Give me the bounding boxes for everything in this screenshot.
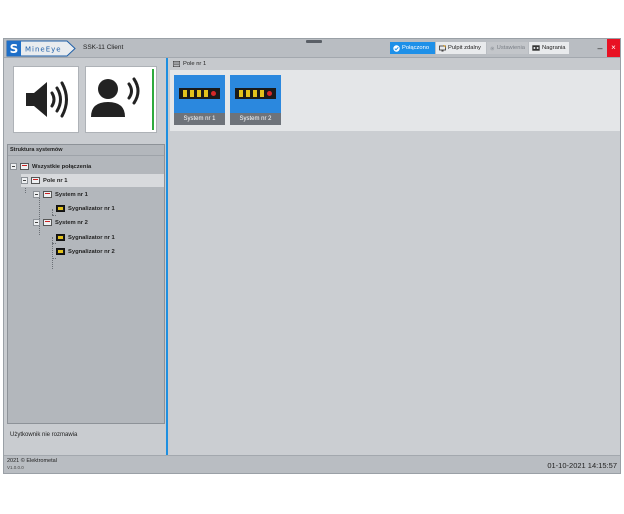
system-tile-preview (230, 75, 281, 113)
system-icon (43, 219, 52, 226)
collapse-icon[interactable] (33, 219, 40, 226)
collapse-icon[interactable] (10, 163, 17, 170)
logo-text: MineEye (25, 46, 62, 54)
gear-icon (490, 46, 495, 50)
system-tiles: System nr 1 System nr 2 (170, 70, 620, 131)
signal-panel-icon (235, 88, 276, 99)
user-status: Użytkownik nie rozmawia (10, 432, 78, 438)
connected-button[interactable]: Połączono (390, 42, 435, 54)
tree-item-label: Sygnalizator nr 1 (68, 205, 115, 212)
breadcrumb: Pole nr 1 (170, 58, 620, 70)
signaler-icon (56, 248, 65, 255)
signaler-icon (56, 205, 65, 212)
tree-item-label: Sygnalizator nr 2 (68, 248, 115, 255)
tree-item-label: Sygnalizator nr 1 (68, 234, 115, 241)
tree-item-pole-1[interactable]: Pole nr 1 (21, 174, 164, 187)
field-icon (31, 177, 40, 184)
system-tile-label: System nr 2 (239, 116, 272, 122)
system-icon (43, 191, 52, 198)
signal-panel-icon (179, 88, 220, 99)
datetime: 01-10-2021 14:15:57 (547, 461, 617, 470)
settings-label: Ustawienia (496, 45, 525, 51)
remote-desktop-icon (439, 44, 446, 51)
tree-connector (52, 258, 56, 259)
tree-item-label: System nr 2 (55, 219, 88, 226)
tree-item-all-connections[interactable]: Wszystkie połączenia (10, 160, 164, 173)
breadcrumb-label: Pole nr 1 (183, 61, 207, 67)
tree-item-system-1[interactable]: System nr 1 (33, 188, 164, 201)
speaker-button[interactable] (13, 66, 79, 133)
tree-connector (52, 237, 53, 269)
left-panel: Struktura systemów Wszystkie połączenia … (4, 58, 168, 455)
mineeye-logo: S MineEye (6, 40, 76, 57)
remote-desktop-label: Pulpit zdalny (448, 45, 481, 51)
recordings-button[interactable]: Nagrania (529, 42, 569, 54)
tree-item-signaler[interactable]: Sygnalizator nr 1 (56, 231, 164, 244)
collapse-icon[interactable] (21, 177, 28, 184)
system-tile-label: System nr 1 (183, 116, 216, 122)
close-button[interactable]: × (607, 39, 620, 57)
system-tile[interactable]: System nr 1 (174, 75, 225, 125)
check-circle-icon (393, 44, 400, 52)
settings-button[interactable]: Ustawienia (487, 42, 528, 54)
tree-connector (39, 195, 40, 235)
app-title: SSK-11 Client (83, 44, 124, 51)
tree-item-label: Wszystkie połączenia (32, 163, 92, 170)
tree-item-signaler[interactable]: Sygnalizator nr 2 (56, 245, 164, 258)
collapse-icon[interactable] (33, 191, 40, 198)
status-bar: 2021 © Elektrometal V1.0.0.0 01-10-2021 … (4, 455, 620, 473)
app-window: S MineEye SSK-11 Client Połączono Pulpit… (3, 38, 621, 474)
connected-label: Połączono (402, 45, 430, 51)
version: V1.0.0.0 (7, 465, 24, 470)
tape-icon (532, 45, 540, 51)
tree-item-system-2[interactable]: System nr 2 (33, 216, 164, 229)
drag-grip[interactable] (306, 40, 322, 43)
main-area: Pole nr 1 System nr 1 System nr 2 (170, 58, 620, 455)
logo-letter: S (10, 42, 19, 56)
tree-item-label: System nr 1 (55, 191, 88, 198)
talk-button[interactable] (85, 66, 157, 133)
tree-item-label: Pole nr 1 (43, 177, 68, 184)
speaking-indicator (152, 69, 154, 130)
system-tile[interactable]: System nr 2 (230, 75, 281, 125)
system-tree: Struktura systemów Wszystkie połączenia … (7, 144, 165, 424)
copyright: 2021 © Elektrometal (7, 458, 57, 464)
tree-item-signaler[interactable]: Sygnalizator nr 1 (56, 202, 164, 215)
signaler-icon (56, 234, 65, 241)
connections-icon (20, 163, 29, 170)
field-icon (173, 61, 180, 67)
recordings-label: Nagrania (542, 45, 566, 51)
title-bar: S MineEye SSK-11 Client Połączono Pulpit… (4, 39, 620, 58)
speaker-volume-icon (26, 81, 68, 118)
tree-header: Struktura systemów (8, 145, 164, 156)
system-tile-preview (174, 75, 225, 113)
remote-desktop-button[interactable]: Pulpit zdalny (436, 42, 486, 54)
person-speaking-icon (91, 77, 140, 117)
minimize-button[interactable]: – (594, 44, 606, 54)
